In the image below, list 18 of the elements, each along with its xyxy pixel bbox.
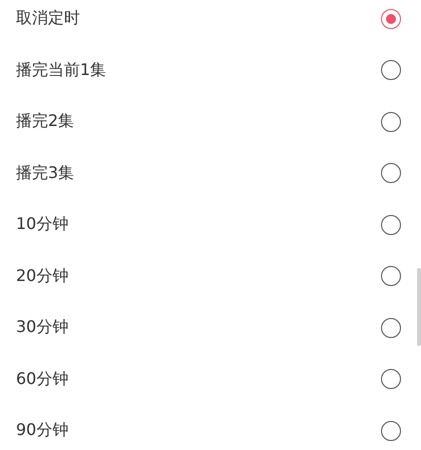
radio-button[interactable] — [381, 318, 401, 338]
option-label[interactable]: 播完2集 — [16, 111, 74, 132]
option-label[interactable]: 90分钟 — [16, 420, 68, 442]
radio-button[interactable] — [381, 112, 401, 132]
option-label[interactable]: 60分钟 — [16, 368, 68, 390]
option-label[interactable]: 30分钟 — [16, 317, 68, 338]
radio-button[interactable] — [381, 163, 401, 184]
radio-button[interactable] — [381, 214, 401, 235]
radio-button[interactable] — [381, 420, 401, 441]
radio-button[interactable] — [381, 8, 401, 29]
option-label[interactable]: 10分钟 — [16, 214, 68, 236]
option-label[interactable]: 20分钟 — [16, 266, 68, 287]
option-label[interactable]: 取消定时 — [16, 8, 80, 30]
option-label[interactable]: 播完3集 — [16, 162, 74, 184]
radio-button[interactable] — [381, 369, 401, 390]
option-label[interactable]: 播完当前1集 — [16, 60, 106, 81]
radio-button[interactable] — [381, 60, 401, 80]
radio-button[interactable] — [381, 266, 401, 286]
